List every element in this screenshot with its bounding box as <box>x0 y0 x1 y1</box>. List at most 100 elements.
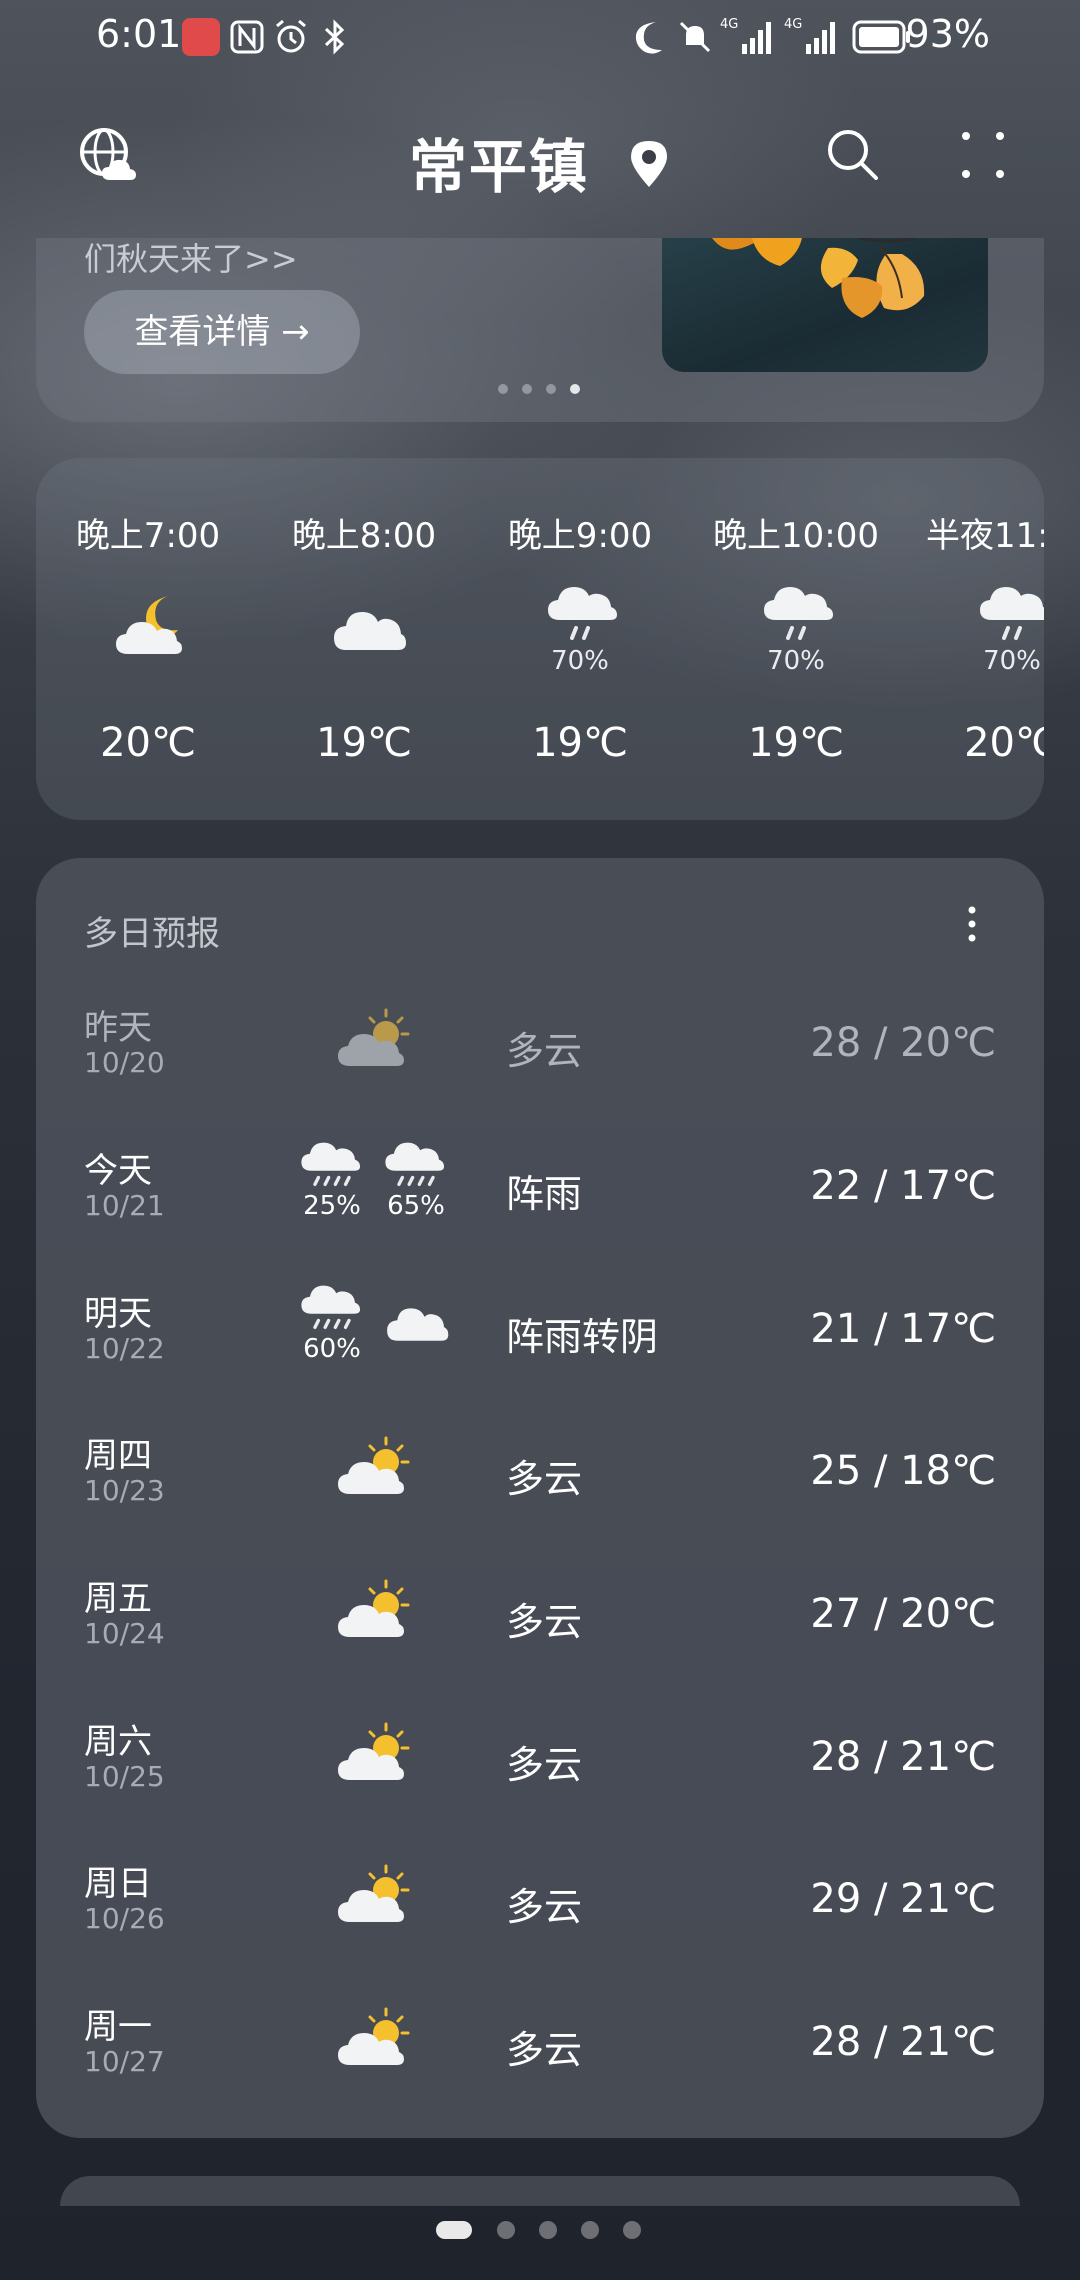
day-temps: 29 / 21℃ <box>810 1876 996 1922</box>
page-indicator-1[interactable] <box>436 2221 472 2239</box>
hour-precip: 70% <box>551 646 609 676</box>
partly-cloudy-icon <box>334 1002 414 1082</box>
search-icon[interactable] <box>824 126 882 184</box>
page-indicator-5[interactable] <box>623 2221 641 2239</box>
hour-temp: 19℃ <box>532 720 628 766</box>
day-name: 昨天 <box>84 1008 152 1048</box>
status-bar: 6:01 4G 4G 93% <box>0 0 1080 80</box>
day-condition: 多云 <box>506 2028 583 2072</box>
city-label: 常平镇 <box>408 133 589 201</box>
battery-icon <box>852 20 910 54</box>
day-row[interactable]: 周四 10/23 多云 25 / 18℃ <box>36 1408 1044 1550</box>
city-name[interactable]: 常平镇 <box>0 120 1080 204</box>
day-name: 周四 <box>84 1436 152 1476</box>
partly-cloudy-icon <box>334 1573 414 1653</box>
day-date: 10/24 <box>84 1617 165 1650</box>
page-indicator-4[interactable] <box>581 2221 599 2239</box>
day-condition: 多云 <box>506 1743 583 1787</box>
day-name: 周六 <box>84 1722 152 1762</box>
do-not-disturb-moon-icon <box>635 22 662 54</box>
day-row[interactable]: 昨天 10/20 多云 28 / 20℃ <box>36 980 1044 1122</box>
day-condition: 多云 <box>506 1457 583 1501</box>
kebab-menu-icon[interactable] <box>962 902 982 946</box>
day-condition: 阵雨 <box>506 1172 583 1216</box>
multi-day-title: 多日预报 <box>84 914 220 954</box>
partly-cloudy-icon <box>334 1716 414 1796</box>
location-pin-icon <box>631 141 668 187</box>
day-date: 10/25 <box>84 1760 165 1793</box>
hour-item: 晚上10:00 70% 19℃ <box>696 458 896 820</box>
bluetooth-icon <box>324 19 345 55</box>
banner-dot-3 <box>546 384 556 394</box>
day-row[interactable]: 今天 10/21 25% 65% 阵雨 22 / 17℃ <box>36 1123 1044 1265</box>
next-card-peek <box>60 2176 1020 2206</box>
day-condition: 阵雨转阴 <box>506 1315 659 1359</box>
hour-temp: 20℃ <box>964 720 1044 766</box>
view-details-button[interactable]: 查看详情 → <box>84 290 360 374</box>
app-header: 常平镇 <box>0 110 1080 210</box>
network-label-1: 4G <box>720 17 738 32</box>
signal-4g-icon: 4G <box>720 17 771 54</box>
day-temps: 28 / 21℃ <box>810 2019 996 2065</box>
day-date: 10/20 <box>84 1046 165 1079</box>
day-row[interactable]: 明天 10/22 60% 阵雨转阴 21 / 17℃ <box>36 1266 1044 1408</box>
day-date: 10/22 <box>84 1332 165 1365</box>
hour-label: 晚上7:00 <box>75 516 221 556</box>
day-row[interactable]: 周一 10/27 多云 28 / 21℃ <box>36 1979 1044 2121</box>
hour-temp: 20℃ <box>100 720 196 766</box>
hourly-forecast[interactable]: 晚上7:00 20℃ 晚上8:00 19℃ 晚上9:00 70% 19℃ 晚上1… <box>36 458 1044 820</box>
day-name: 周日 <box>84 1864 152 1904</box>
precip-2: 65% <box>387 1191 445 1221</box>
partly-cloudy-icon <box>334 1858 414 1938</box>
day-row[interactable]: 周日 10/26 多云 29 / 21℃ <box>36 1836 1044 1978</box>
promo-banner[interactable]: 们秋天来了>> 查看详情 → <box>36 238 1044 422</box>
day-name: 周五 <box>84 1579 152 1619</box>
day-temps: 28 / 20℃ <box>810 1020 996 1066</box>
hour-item: 晚上8:00 19℃ <box>264 458 464 820</box>
page-indicator-2[interactable] <box>497 2221 515 2239</box>
page-indicator-3[interactable] <box>539 2221 557 2239</box>
hour-label: 晚上9:00 <box>507 516 653 556</box>
alarm-icon <box>276 19 306 53</box>
day-temps: 25 / 18℃ <box>810 1448 996 1494</box>
hour-precip: 70% <box>983 646 1041 676</box>
multi-day-forecast[interactable]: 多日预报 昨天 10/20 多云 28 / 20℃ 今天 10/21 25% 6… <box>36 858 1044 2138</box>
hour-item: 晚上7:00 20℃ <box>48 458 248 820</box>
day-date: 10/23 <box>84 1474 165 1507</box>
clock: 6:01 <box>96 12 182 56</box>
day-temps: 21 / 17℃ <box>810 1306 996 1352</box>
day-date: 10/21 <box>84 1189 165 1222</box>
more-options-icon[interactable] <box>958 128 1008 182</box>
banner-dot-4 <box>570 384 580 394</box>
day-row[interactable]: 周五 10/24 多云 27 / 20℃ <box>36 1551 1044 1693</box>
nfc-icon <box>230 20 264 54</box>
muted-bell-icon <box>679 21 711 53</box>
day-condition: 多云 <box>506 1600 583 1644</box>
hour-label: 晚上10:00 <box>713 516 879 556</box>
hour-label: 半夜11: <box>926 516 1044 556</box>
precip-1: 60% <box>303 1334 361 1364</box>
battery-percent: 93% <box>905 12 990 56</box>
cloudy-icon <box>382 1288 450 1356</box>
moon-cloud-icon <box>112 588 192 668</box>
day-name: 今天 <box>84 1151 152 1191</box>
huawei-app-icon <box>182 18 220 56</box>
autumn-leaves-image <box>662 238 988 372</box>
hour-item: 半夜11: 70% 20℃ <box>912 458 1044 820</box>
day-temps: 28 / 21℃ <box>810 1734 996 1780</box>
hour-label: 晚上8:00 <box>291 516 437 556</box>
partly-cloudy-icon <box>334 1430 414 1510</box>
day-date: 10/27 <box>84 2045 165 2078</box>
day-name: 明天 <box>84 1294 152 1334</box>
banner-text: 们秋天来了>> <box>84 240 298 278</box>
day-row[interactable]: 周六 10/25 多云 28 / 21℃ <box>36 1694 1044 1836</box>
day-temps: 22 / 17℃ <box>810 1163 996 1209</box>
day-condition: 多云 <box>506 1885 583 1929</box>
cloudy-icon <box>328 588 408 668</box>
hour-item: 晚上9:00 70% 19℃ <box>480 458 680 820</box>
day-temps: 27 / 20℃ <box>810 1591 996 1637</box>
day-date: 10/26 <box>84 1902 165 1935</box>
hour-precip: 70% <box>767 646 825 676</box>
banner-dot-2 <box>522 384 532 394</box>
day-condition: 多云 <box>506 1029 583 1073</box>
